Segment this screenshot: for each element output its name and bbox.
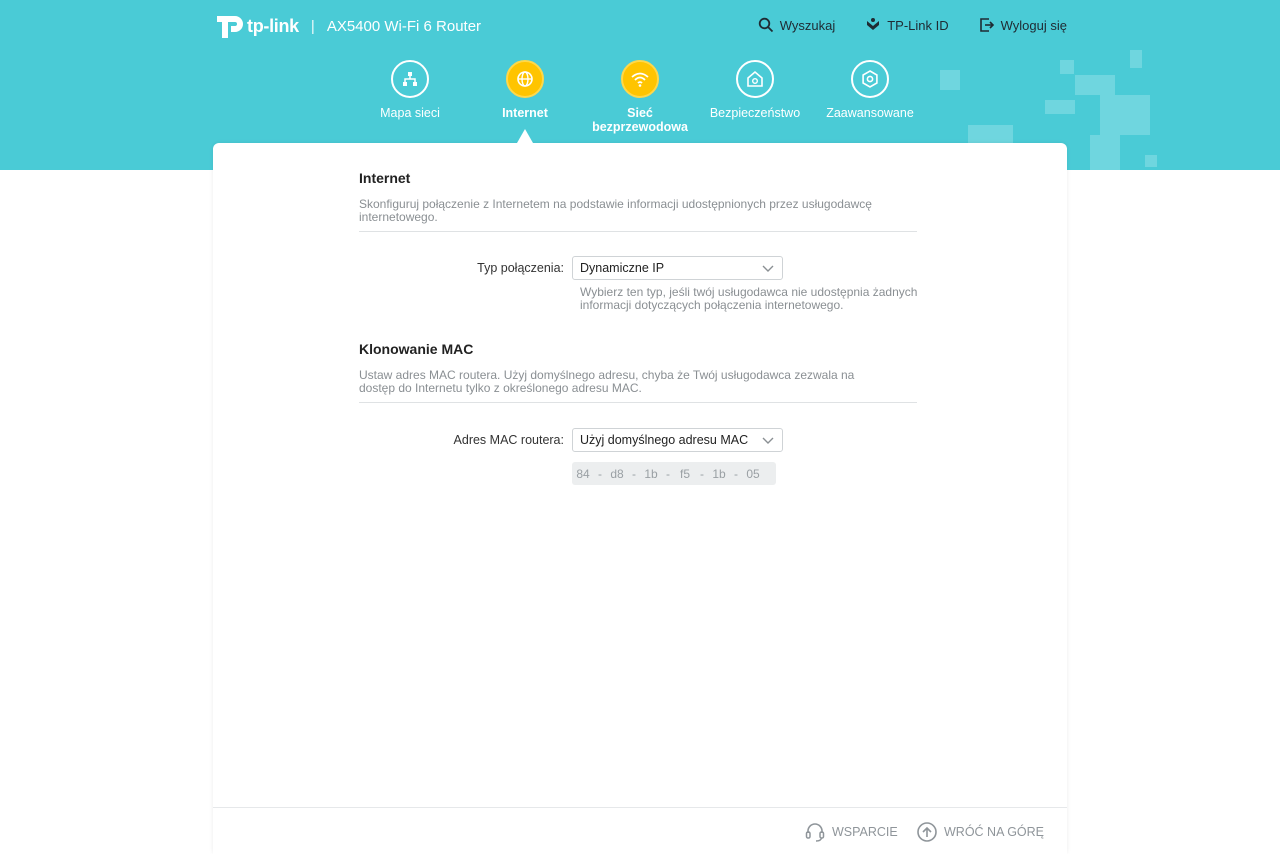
nav-security-label: Bezpieczeństwo xyxy=(709,106,801,120)
nav-wireless-label-line1: Sieć xyxy=(627,106,653,120)
decor-square xyxy=(1130,50,1142,68)
headset-icon xyxy=(805,823,825,842)
arrow-up-circle-icon xyxy=(917,822,937,842)
logo-separator: | xyxy=(310,17,315,35)
decor-square xyxy=(1145,155,1157,167)
support-label: WSPARCIE xyxy=(832,825,898,839)
nav-network-map[interactable]: Mapa sieci xyxy=(350,60,470,120)
decor-square xyxy=(1045,100,1075,114)
logout-link[interactable]: Wyloguj się xyxy=(979,17,1067,33)
chevron-down-icon xyxy=(762,437,774,444)
tplink-id-icon xyxy=(867,18,880,30)
footer: WSPARCIE WRÓĆ NA GÓRĘ xyxy=(213,807,1067,854)
mac-octet: 05 xyxy=(746,466,760,481)
mac-address-field: 84 - d8 - 1b - f5 - 1b - 05 xyxy=(572,462,776,485)
decor-square xyxy=(1090,135,1120,170)
decor-square xyxy=(1060,60,1074,74)
tplink-id-label: TP-Link ID xyxy=(887,17,949,33)
globe-icon xyxy=(506,60,544,98)
internet-section-title: Internet xyxy=(359,170,411,186)
search-link[interactable]: Wyszukaj xyxy=(758,17,836,33)
tplink-logo[interactable]: tp-link | AX5400 Wi-Fi 6 Router xyxy=(213,10,481,42)
router-mac-select[interactable]: Użyj domyślnego adresu MAC xyxy=(572,428,783,452)
nav-advanced-label: Zaawansowane xyxy=(826,106,914,120)
mac-octet: d8 xyxy=(610,466,624,481)
mac-separator: - xyxy=(666,466,670,481)
top-links: Wyszukaj TP-Link ID Wyloguj się xyxy=(758,17,1067,33)
content-card: Internet Skonfiguruj połączenie z Intern… xyxy=(213,143,1067,853)
nav-advanced[interactable]: Zaawansowane xyxy=(810,60,930,120)
mac-section-description: Ustaw adres MAC routera. Użyj domyślnego… xyxy=(359,368,855,395)
nav-internet[interactable]: Internet xyxy=(465,60,585,120)
wifi-icon xyxy=(621,60,659,98)
router-mac-label: Adres MAC routera: xyxy=(453,433,564,447)
nav-wireless-label: Sieć bezprzewodowa xyxy=(580,106,700,134)
nav-security[interactable]: Bezpieczeństwo xyxy=(695,60,815,120)
search-icon xyxy=(758,17,773,33)
back-to-top-label: WRÓĆ NA GÓRĘ xyxy=(944,825,1045,839)
mac-octet: f5 xyxy=(679,466,690,481)
logout-icon xyxy=(979,18,994,32)
internet-section-description: Skonfiguruj połączenie z Internetem na p… xyxy=(359,197,872,224)
mac-separator: - xyxy=(734,466,738,481)
tplink-logo-icon xyxy=(217,16,243,38)
nav-internet-label: Internet xyxy=(502,106,548,120)
connection-type-value: Dynamiczne IP xyxy=(580,261,665,275)
router-mac-value: Użyj domyślnego adresu MAC xyxy=(580,433,749,447)
mac-separator: - xyxy=(700,466,704,481)
decor-square xyxy=(940,70,960,90)
nav-wireless-label-line2: bezprzewodowa xyxy=(592,120,688,134)
nav-network-map-label: Mapa sieci xyxy=(380,106,440,120)
model-name: AX5400 Wi-Fi 6 Router xyxy=(326,17,482,35)
back-to-top-link[interactable]: WRÓĆ NA GÓRĘ xyxy=(916,821,1044,843)
decor-square xyxy=(1075,75,1115,95)
mac-separator: - xyxy=(598,466,602,481)
logout-label: Wyloguj się xyxy=(1000,17,1067,33)
section-divider xyxy=(359,402,917,403)
connection-type-select[interactable]: Dynamiczne IP xyxy=(572,256,783,280)
active-tab-pointer xyxy=(517,129,533,143)
network-map-icon xyxy=(391,60,429,98)
nav-wireless[interactable]: Sieć bezprzewodowa xyxy=(580,60,700,134)
chevron-down-icon xyxy=(762,265,774,272)
home-shield-icon xyxy=(736,60,774,98)
search-label: Wyszukaj xyxy=(779,17,836,33)
mac-section-title: Klonowanie MAC xyxy=(359,341,474,357)
gear-icon xyxy=(851,60,889,98)
mac-octet: 1b xyxy=(644,466,658,481)
brand-name: tp-link xyxy=(247,15,299,36)
connection-type-label: Typ połączenia: xyxy=(477,261,564,275)
mac-octet: 1b xyxy=(712,466,726,481)
decor-square xyxy=(1100,95,1150,135)
section-divider xyxy=(359,231,917,232)
mac-separator: - xyxy=(632,466,636,481)
mac-octet: 84 xyxy=(576,466,590,481)
tplink-id-link[interactable]: TP-Link ID xyxy=(865,17,949,33)
connection-type-hint: Wybierz ten typ, jeśli twój usługodawca … xyxy=(580,285,918,312)
support-link[interactable]: WSPARCIE xyxy=(804,821,898,843)
